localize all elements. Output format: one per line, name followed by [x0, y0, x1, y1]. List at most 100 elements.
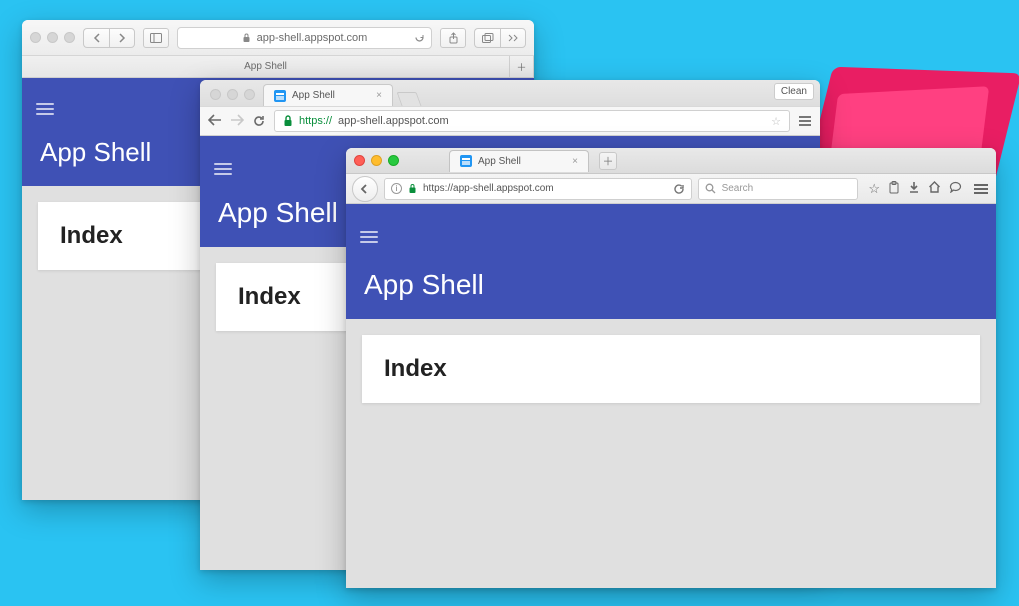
info-icon: i — [391, 183, 402, 194]
lock-icon — [283, 115, 293, 127]
url-text: https://app-shell.appspot.com — [423, 183, 554, 194]
url-text: app-shell.appspot.com — [338, 115, 449, 127]
close-light[interactable] — [354, 155, 365, 166]
favicon-icon — [460, 155, 472, 167]
back-button[interactable] — [83, 28, 109, 48]
address-bar[interactable]: app-shell.appspot.com — [177, 27, 432, 49]
search-bar[interactable]: Search — [698, 178, 859, 200]
nav-buttons — [83, 28, 135, 48]
clipboard-icon — [888, 181, 900, 194]
reload-icon — [673, 183, 685, 195]
reload-button[interactable] — [673, 183, 685, 195]
home-icon — [928, 181, 941, 193]
safari-toolbar: app-shell.appspot.com — [22, 20, 534, 56]
favicon-icon — [274, 90, 286, 102]
chrome-toolbar: https:// app-shell.appspot.com ☆ — [200, 106, 820, 136]
sidebar-button[interactable] — [143, 28, 169, 48]
tab-title: App Shell — [244, 61, 287, 72]
reload-icon — [414, 32, 425, 43]
address-bar[interactable]: https:// app-shell.appspot.com ☆ — [274, 110, 790, 132]
card-heading: Index — [384, 355, 958, 383]
nav-buttons — [208, 114, 266, 128]
tab-title: App Shell — [478, 156, 521, 167]
bookmark-button[interactable]: ☆ — [771, 115, 781, 128]
chat-icon — [949, 181, 962, 193]
app-menu-button[interactable] — [214, 163, 232, 175]
firefox-window: App Shell × ＋ i https://app-shell.appspo… — [346, 148, 996, 588]
close-tab-button[interactable]: × — [376, 90, 382, 101]
window-controls[interactable] — [210, 89, 255, 100]
download-icon — [908, 181, 920, 194]
forward-button[interactable] — [230, 114, 244, 128]
minimize-light[interactable] — [227, 89, 238, 100]
toolbar-icons: ☆ — [864, 181, 966, 197]
chevron-left-icon — [93, 33, 101, 43]
show-tabs-button[interactable] — [474, 28, 500, 48]
tabs-icon — [482, 33, 494, 43]
new-tab-button[interactable]: ＋ — [599, 152, 617, 170]
window-controls[interactable] — [354, 155, 399, 166]
zoom-light[interactable] — [64, 32, 75, 43]
app-menu-button[interactable] — [360, 231, 378, 243]
close-light[interactable] — [210, 89, 221, 100]
page-header: App Shell — [346, 204, 996, 319]
tabs-buttons — [474, 28, 526, 48]
close-tab-button[interactable]: × — [572, 156, 578, 167]
url-text: app-shell.appspot.com — [257, 32, 368, 44]
new-tab-button[interactable]: ＋ — [510, 56, 534, 77]
index-card: Index — [362, 335, 980, 403]
hamburger-icon — [360, 231, 378, 233]
arrow-left-icon — [359, 183, 371, 195]
share-button[interactable] — [440, 28, 466, 48]
window-controls[interactable] — [30, 32, 75, 43]
hamburger-icon — [972, 182, 990, 196]
reload-icon — [252, 114, 266, 128]
zoom-light[interactable] — [244, 89, 255, 100]
menu-button[interactable] — [798, 115, 812, 127]
sidebar-icon — [150, 33, 162, 43]
search-placeholder: Search — [722, 183, 754, 194]
minimize-light[interactable] — [47, 32, 58, 43]
safari-tabbar: App Shell ＋ — [22, 56, 534, 78]
chevrons-right-icon — [508, 34, 519, 42]
reload-button[interactable] — [414, 32, 425, 43]
hamburger-icon — [36, 103, 54, 105]
arrow-right-icon — [230, 114, 244, 126]
chat-button[interactable] — [949, 181, 962, 197]
back-button[interactable] — [208, 114, 222, 128]
minimize-light[interactable] — [371, 155, 382, 166]
forward-button[interactable] — [109, 28, 135, 48]
arrow-left-icon — [208, 114, 222, 126]
tab-title: App Shell — [292, 90, 335, 101]
overflow-button[interactable] — [500, 28, 526, 48]
chevron-right-icon — [118, 33, 126, 43]
bookmark-button[interactable]: ☆ — [868, 181, 880, 197]
share-icon — [448, 32, 459, 44]
library-button[interactable] — [888, 181, 900, 197]
menu-button[interactable] — [972, 182, 990, 196]
tab-app-shell[interactable]: App Shell × — [263, 84, 393, 106]
back-button[interactable] — [352, 176, 378, 202]
firefox-toolbar: i https://app-shell.appspot.com Search ☆ — [346, 174, 996, 204]
menu-button[interactable] — [36, 103, 54, 115]
tab-app-shell[interactable]: App Shell — [22, 56, 510, 77]
tab-app-shell[interactable]: App Shell × — [449, 150, 589, 172]
downloads-button[interactable] — [908, 181, 920, 197]
page-body: Index — [346, 319, 996, 588]
firefox-tabstrip: App Shell × ＋ — [346, 148, 996, 174]
url-protocol: https:// — [299, 115, 332, 127]
zoom-light[interactable] — [388, 155, 399, 166]
home-button[interactable] — [928, 181, 941, 197]
lock-icon — [408, 183, 417, 194]
new-tab-button[interactable] — [396, 92, 421, 106]
chrome-tabstrip: App Shell × Clean — [200, 80, 820, 106]
hamburger-icon — [798, 115, 812, 127]
hamburger-icon — [214, 163, 232, 165]
search-icon — [705, 183, 716, 194]
close-light[interactable] — [30, 32, 41, 43]
lock-icon — [242, 33, 251, 43]
app-title: App Shell — [346, 269, 996, 319]
address-bar[interactable]: i https://app-shell.appspot.com — [384, 178, 692, 200]
reload-button[interactable] — [252, 114, 266, 128]
clean-button[interactable]: Clean — [774, 83, 814, 100]
